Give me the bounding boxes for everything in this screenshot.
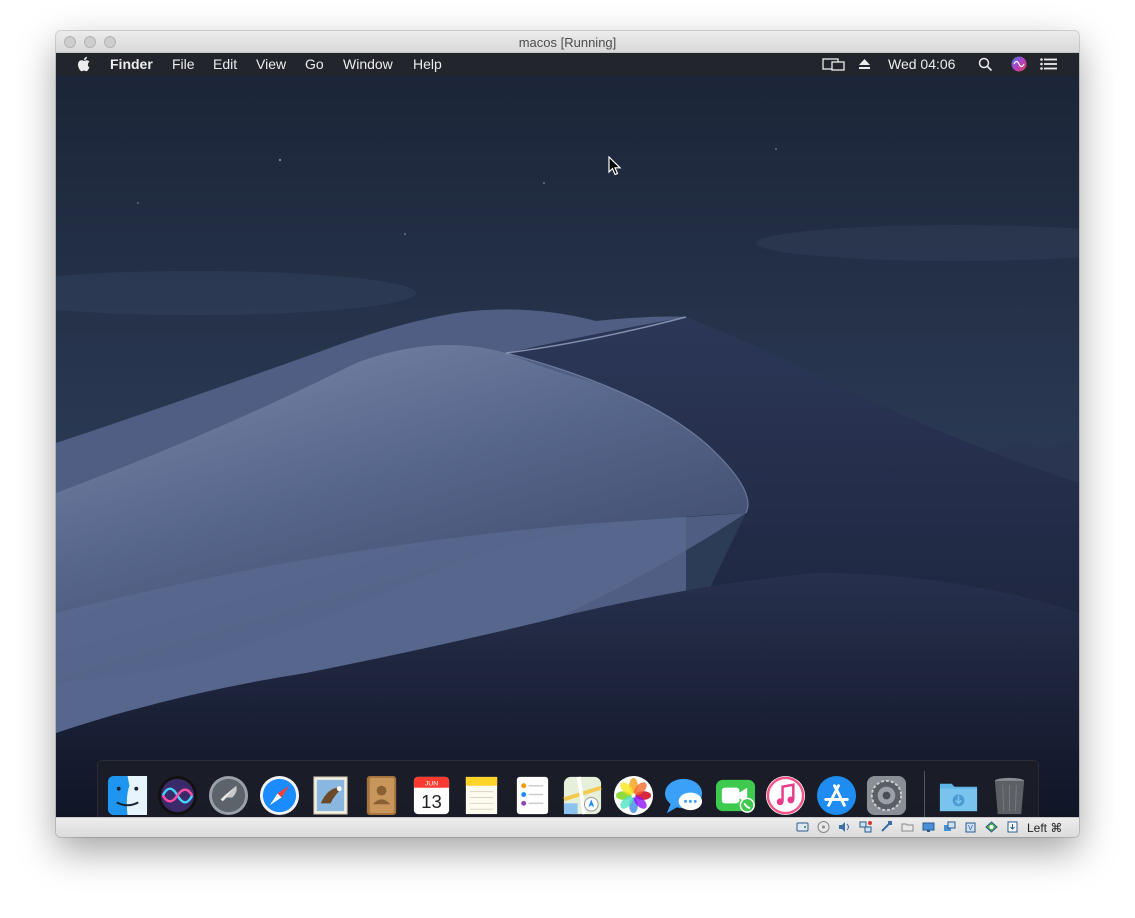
mouse-cursor-icon [608, 156, 622, 176]
network-icon[interactable] [859, 821, 872, 833]
dock-separator [924, 771, 925, 817]
eject-icon[interactable] [858, 58, 871, 70]
messages-icon[interactable] [663, 774, 706, 817]
siri-icon[interactable] [1011, 56, 1027, 72]
optical-drive-icon[interactable] [817, 821, 830, 833]
shared-folders-icon[interactable] [901, 821, 914, 833]
video-capture-icon[interactable] [943, 821, 956, 833]
hard-disk-icon[interactable] [796, 821, 809, 833]
menu-edit[interactable]: Edit [213, 56, 237, 72]
virtualbox-window: macos [Running] Finder File Edit View Go… [56, 31, 1079, 837]
menubar-clock[interactable]: Wed 04:06 [888, 56, 955, 72]
desktop-wallpaper [56, 53, 1079, 817]
app-store-icon[interactable] [815, 774, 858, 817]
screen-mirroring-icon[interactable] [822, 58, 846, 72]
itunes-icon[interactable] [764, 774, 807, 817]
mac-menubar: Finder File Edit View Go Window Help Wed… [56, 53, 1079, 76]
notification-center-icon[interactable] [1040, 58, 1057, 70]
menu-help[interactable]: Help [413, 56, 442, 72]
finder-icon[interactable] [106, 774, 149, 817]
menu-finder[interactable]: Finder [110, 56, 153, 72]
host-key-label[interactable]: Left ⌘ [1027, 821, 1062, 835]
notes-icon[interactable] [460, 774, 503, 817]
apple-menu-icon[interactable] [77, 56, 91, 72]
guest-additions-icon[interactable] [985, 821, 998, 833]
contacts-icon[interactable] [360, 774, 403, 817]
maps-icon[interactable] [561, 774, 604, 817]
svg-text:V: V [968, 825, 973, 832]
trash-icon[interactable] [988, 774, 1031, 817]
cpu-icon[interactable]: V [964, 821, 977, 833]
spotlight-search-icon[interactable] [978, 57, 993, 72]
usb-icon[interactable] [880, 821, 893, 833]
calendar-month: JUN [425, 781, 438, 788]
vm-status-bar: V Left ⌘ [56, 817, 1079, 837]
mail-icon[interactable] [309, 774, 352, 817]
menu-view[interactable]: View [256, 56, 286, 72]
launchpad-icon[interactable] [207, 774, 250, 817]
calendar-icon[interactable]: JUN 13 [410, 774, 453, 817]
facetime-icon[interactable] [714, 774, 757, 817]
downloads-folder-icon[interactable] [937, 774, 980, 817]
window-titlebar[interactable]: macos [Running] [56, 31, 1079, 53]
calendar-day: 13 [421, 791, 442, 812]
safari-icon[interactable] [258, 774, 301, 817]
mouse-integration-icon[interactable] [1006, 821, 1019, 833]
photos-icon[interactable] [612, 774, 655, 817]
reminders-icon[interactable] [511, 774, 554, 817]
audio-icon[interactable] [838, 821, 851, 833]
display-icon[interactable] [922, 821, 935, 833]
menu-file[interactable]: File [172, 56, 195, 72]
window-title: macos [Running] [518, 35, 617, 50]
menu-go[interactable]: Go [305, 56, 324, 72]
system-preferences-icon[interactable] [865, 774, 908, 817]
dock: JUN 13 [97, 760, 1039, 817]
siri-app-icon[interactable] [156, 774, 199, 817]
vm-screen[interactable]: Finder File Edit View Go Window Help Wed… [56, 53, 1079, 817]
menu-window[interactable]: Window [343, 56, 393, 72]
